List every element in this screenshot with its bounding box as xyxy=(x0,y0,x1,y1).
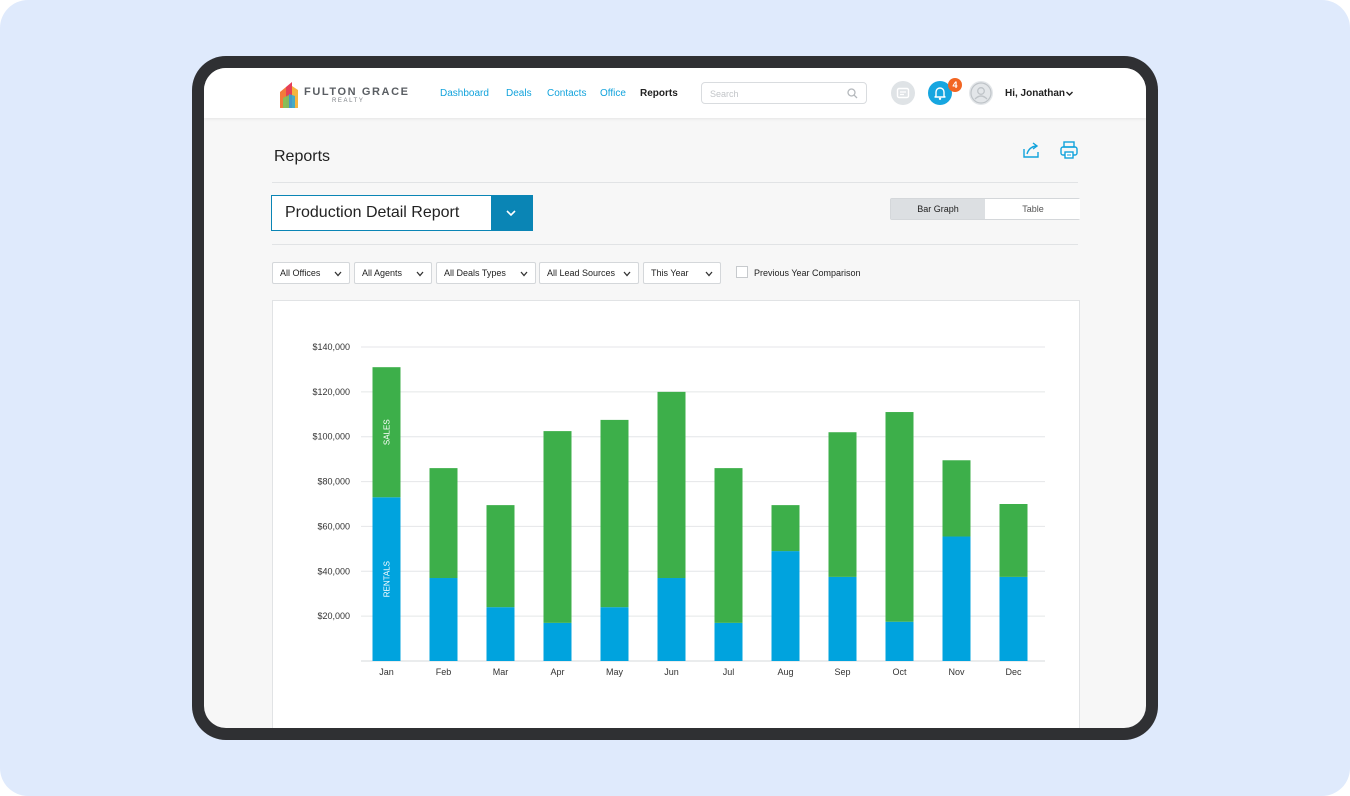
bar-sales-apr[interactable] xyxy=(543,431,572,623)
bar-rentals-aug[interactable] xyxy=(771,551,800,661)
divider xyxy=(272,244,1078,245)
share-icon[interactable] xyxy=(1021,140,1041,160)
previous-year-comparison-label[interactable]: Previous Year Comparison xyxy=(754,268,861,278)
top-navigation-bar: FULTON GRACE REALTY Dashboard Deals Cont… xyxy=(204,68,1146,118)
user-icon xyxy=(970,82,992,104)
x-tick-label: Apr xyxy=(550,667,564,677)
table-tab[interactable]: Table xyxy=(986,199,1080,219)
print-icon[interactable] xyxy=(1059,140,1079,160)
x-tick-label: Jun xyxy=(664,667,679,677)
chevron-down-icon xyxy=(623,271,631,277)
bar-rentals-feb[interactable] xyxy=(429,578,458,661)
app-screen: FULTON GRACE REALTY Dashboard Deals Cont… xyxy=(204,68,1146,728)
chevron-down-icon xyxy=(705,271,713,277)
deal-types-filter[interactable]: All Deals Types xyxy=(436,262,536,284)
brand-logo[interactable]: FULTON GRACE REALTY xyxy=(278,78,408,110)
bar-sales-jul[interactable] xyxy=(714,468,743,623)
bar-rentals-nov[interactable] xyxy=(942,536,971,661)
series-label-sales: SALES xyxy=(383,419,392,445)
bar-sales-may[interactable] xyxy=(600,419,629,608)
nav-reports[interactable]: Reports xyxy=(640,88,678,99)
bar-sales-feb[interactable] xyxy=(429,468,458,579)
nav-contacts[interactable]: Contacts xyxy=(547,88,586,99)
bar-rentals-jul[interactable] xyxy=(714,622,743,661)
divider xyxy=(272,182,1078,183)
x-tick-label: Sep xyxy=(834,667,850,677)
chevron-down-icon[interactable] xyxy=(1065,89,1074,98)
series-label-rentals: RENTALS xyxy=(383,561,392,597)
page-title: Reports xyxy=(274,148,331,165)
x-tick-label: Feb xyxy=(436,667,452,677)
nav-deals[interactable]: Deals xyxy=(506,88,532,99)
bar-rentals-sep[interactable] xyxy=(828,576,857,661)
y-tick-label: $60,000 xyxy=(317,521,350,531)
previous-year-comparison-checkbox[interactable] xyxy=(736,266,748,278)
period-filter-label: This Year xyxy=(651,268,689,278)
x-tick-label: Oct xyxy=(892,667,907,677)
search-input[interactable] xyxy=(710,87,840,101)
x-tick-label: Dec xyxy=(1005,667,1022,677)
bar-sales-mar[interactable] xyxy=(486,505,515,608)
messages-button[interactable] xyxy=(891,81,915,105)
bar-rentals-apr[interactable] xyxy=(543,622,572,661)
bar-sales-jun[interactable] xyxy=(657,391,686,579)
user-menu-greeting[interactable]: Hi, Jonathan xyxy=(1005,88,1065,99)
bar-rentals-mar[interactable] xyxy=(486,607,515,661)
bar-rentals-oct[interactable] xyxy=(885,621,914,661)
search-icon[interactable] xyxy=(847,88,858,99)
y-tick-label: $80,000 xyxy=(317,477,350,487)
chevron-down-icon xyxy=(334,271,342,277)
lead-sources-filter[interactable]: All Lead Sources xyxy=(539,262,639,284)
y-tick-label: $140,000 xyxy=(312,342,350,352)
view-toggle: Bar Graph Table xyxy=(890,198,1080,220)
agents-filter[interactable]: All Agents xyxy=(354,262,432,284)
x-tick-label: May xyxy=(606,667,624,677)
x-tick-label: Jul xyxy=(723,667,735,677)
x-tick-label: Nov xyxy=(948,667,965,677)
period-filter[interactable]: This Year xyxy=(643,262,721,284)
nav-office[interactable]: Office xyxy=(600,88,626,99)
chevron-down-icon xyxy=(416,271,424,277)
bar-sales-aug[interactable] xyxy=(771,505,800,552)
brand-subtitle: REALTY xyxy=(332,98,365,104)
deal-types-filter-label: All Deals Types xyxy=(444,268,506,278)
notification-count-badge: 4 xyxy=(948,78,962,92)
tablet-frame: FULTON GRACE REALTY Dashboard Deals Cont… xyxy=(192,56,1158,740)
bar-sales-sep[interactable] xyxy=(828,432,857,577)
offices-filter-label: All Offices xyxy=(280,268,321,278)
bar-rentals-may[interactable] xyxy=(600,607,629,661)
chart-card: $20,000 $40,000 $60,000 $80,000 $100,000 $120… xyxy=(272,300,1080,728)
y-tick-label: $120,000 xyxy=(312,387,350,397)
report-type-dropdown[interactable]: Production Detail Report xyxy=(271,195,533,231)
production-bar-chart: $20,000 $40,000 $60,000 $80,000 $100,000 $120… xyxy=(312,342,1045,677)
bar-sales-dec[interactable] xyxy=(999,504,1028,577)
agents-filter-label: All Agents xyxy=(362,268,403,278)
nav-dashboard[interactable]: Dashboard xyxy=(440,88,489,99)
bar-sales-nov[interactable] xyxy=(942,460,971,537)
bar-rentals-dec[interactable] xyxy=(999,576,1028,661)
chevron-down-icon xyxy=(506,210,516,217)
report-type-label: Production Detail Report xyxy=(285,204,460,221)
x-tick-label: Mar xyxy=(493,667,509,677)
search-box xyxy=(701,82,867,104)
y-tick-label: $40,000 xyxy=(317,566,350,576)
message-icon xyxy=(896,87,910,99)
bar-rentals-jun[interactable] xyxy=(657,578,686,661)
user-avatar[interactable] xyxy=(969,81,993,105)
lead-sources-filter-label: All Lead Sources xyxy=(547,268,616,278)
y-tick-label: $20,000 xyxy=(317,611,350,621)
chevron-down-icon xyxy=(520,271,528,277)
x-tick-label: Aug xyxy=(777,667,793,677)
y-tick-label: $100,000 xyxy=(312,432,350,442)
brand-name: FULTON GRACE xyxy=(304,86,410,98)
offices-filter[interactable]: All Offices xyxy=(272,262,350,284)
building-logo-icon xyxy=(280,82,298,108)
bar-sales-oct[interactable] xyxy=(885,412,914,622)
x-tick-label: Jan xyxy=(379,667,394,677)
report-dropdown-toggle[interactable] xyxy=(491,196,532,230)
bar-graph-tab[interactable]: Bar Graph xyxy=(891,199,985,219)
